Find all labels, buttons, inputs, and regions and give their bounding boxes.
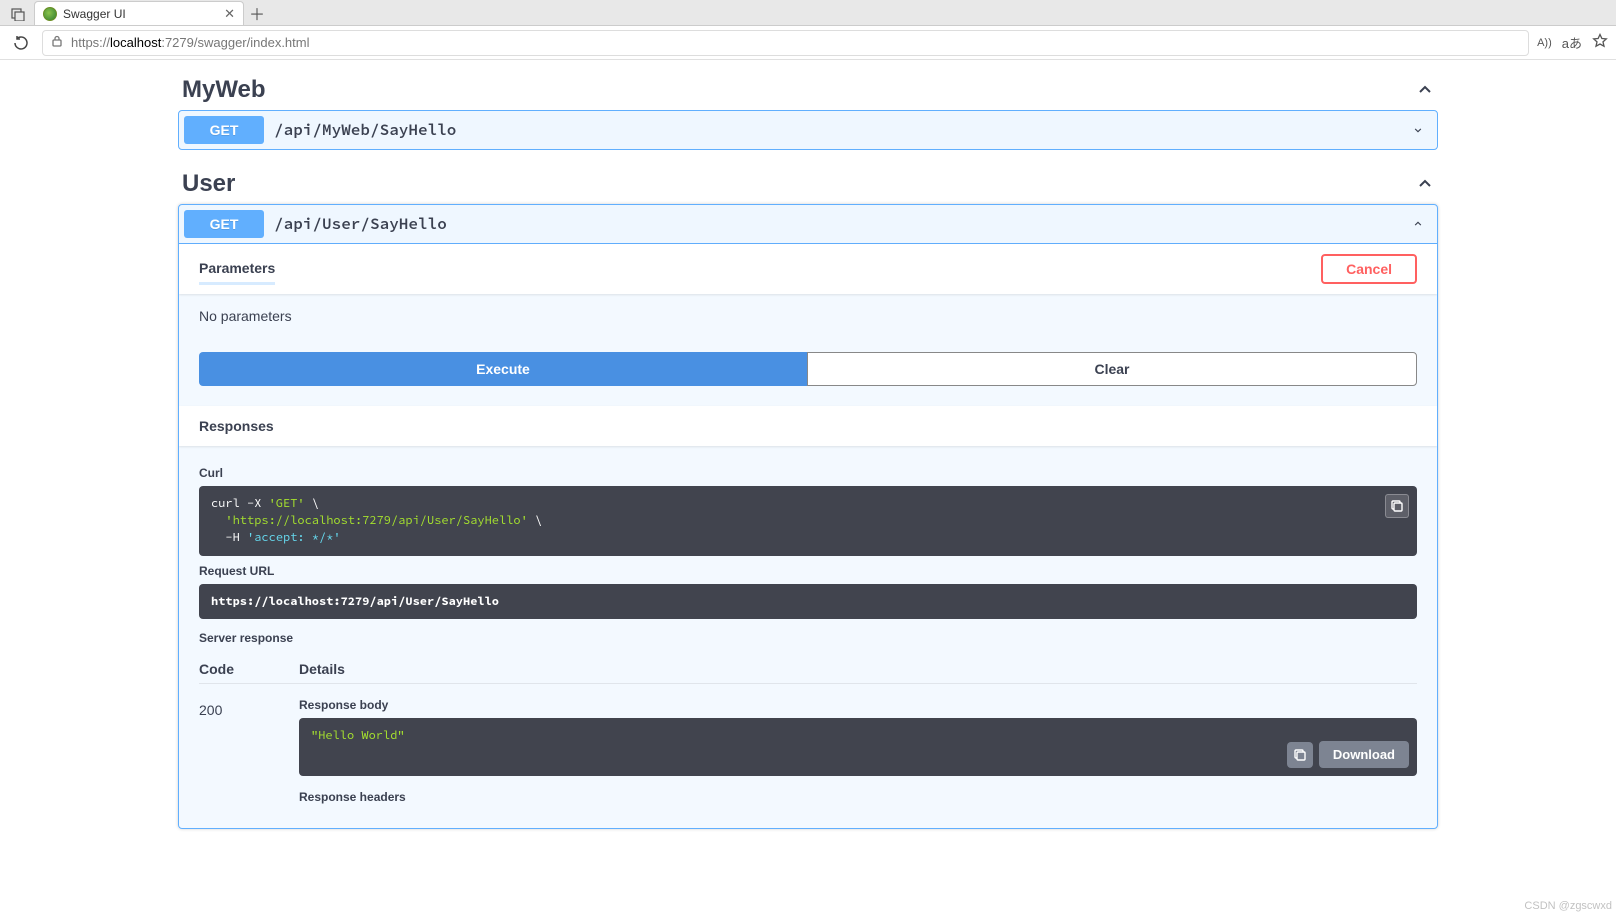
curl-code-box: curl -X 'GET' \ 'https://localhost:7279/…	[199, 486, 1417, 556]
execute-button[interactable]: Execute	[199, 352, 807, 386]
op-user-sayhello-summary[interactable]: GET /api/User/SayHello	[179, 205, 1437, 243]
browser-tab-strip: Swagger UI ✕ ＋	[0, 0, 1616, 26]
response-table-header: Code Details	[199, 651, 1417, 683]
parameters-body: No parameters	[179, 294, 1437, 352]
op-myweb-sayhello: GET /api/MyWeb/SayHello	[178, 110, 1438, 150]
browser-tab[interactable]: Swagger UI ✕	[34, 1, 244, 25]
details-column-header: Details	[299, 661, 345, 677]
response-body-label: Response body	[299, 698, 1417, 712]
chevron-up-icon	[1414, 215, 1432, 233]
copy-response-button[interactable]	[1287, 742, 1313, 768]
op-path: /api/User/SayHello	[264, 214, 457, 234]
watermark: CSDN @zgscwxd	[1524, 900, 1612, 912]
tag-myweb-header[interactable]: MyWeb	[178, 70, 1438, 110]
request-url-box: https://localhost:7279/api/User/SayHello	[199, 584, 1417, 619]
op-myweb-sayhello-summary[interactable]: GET /api/MyWeb/SayHello	[179, 111, 1437, 149]
execute-row: Execute Clear	[179, 352, 1437, 406]
response-headers-label: Response headers	[299, 790, 1417, 804]
favorite-icon[interactable]	[1592, 33, 1608, 52]
parameters-tab[interactable]: Parameters	[199, 254, 275, 285]
window-controls-icon[interactable]	[6, 3, 30, 25]
refresh-button[interactable]	[8, 30, 34, 56]
http-method-badge: GET	[184, 210, 264, 238]
new-tab-button[interactable]: ＋	[244, 1, 270, 25]
translate-icon[interactable]: aあ	[1562, 33, 1582, 52]
tag-user-header[interactable]: User	[178, 164, 1438, 204]
response-row-200: 200 Response body "Hello World" Download	[199, 683, 1417, 816]
tab-title: Swagger UI	[63, 7, 126, 21]
server-response-label: Server response	[199, 631, 1417, 645]
responses-body: Curl curl -X 'GET' \ 'https://localhost:…	[179, 446, 1437, 828]
download-button[interactable]: Download	[1319, 741, 1409, 768]
request-url-label: Request URL	[199, 564, 1417, 578]
parameters-header: Parameters Cancel	[179, 244, 1437, 294]
tag-myweb-title: MyWeb	[182, 76, 266, 104]
url-scheme: https://	[71, 35, 110, 50]
url-path: :7279/swagger/index.html	[161, 35, 309, 50]
cancel-button[interactable]: Cancel	[1321, 254, 1417, 284]
url-input[interactable]: https://localhost:7279/swagger/index.htm…	[42, 30, 1529, 56]
responses-header: Responses	[179, 406, 1437, 446]
address-bar: https://localhost:7279/swagger/index.htm…	[0, 26, 1616, 60]
op-user-sayhello-body: Parameters Cancel No parameters Execute …	[179, 243, 1437, 828]
op-user-sayhello: GET /api/User/SayHello Parameters Cancel…	[178, 204, 1438, 829]
response-body-box: "Hello World" Download	[299, 718, 1417, 776]
chevron-up-icon	[1416, 81, 1434, 99]
tag-user-title: User	[182, 170, 235, 198]
swagger-favicon	[43, 7, 57, 21]
url-host: localhost	[110, 35, 161, 50]
code-column-header: Code	[199, 661, 259, 677]
curl-label: Curl	[199, 466, 1417, 480]
lock-icon	[51, 35, 63, 50]
status-code: 200	[199, 690, 259, 718]
chevron-down-icon	[1414, 121, 1432, 139]
op-path: /api/MyWeb/SayHello	[264, 120, 466, 140]
read-aloud-icon[interactable]: A))	[1537, 37, 1552, 49]
response-body-text: "Hello World"	[311, 728, 405, 743]
clear-button[interactable]: Clear	[807, 352, 1417, 386]
no-parameters-text: No parameters	[199, 308, 1417, 324]
copy-curl-button[interactable]	[1385, 494, 1409, 518]
close-tab-icon[interactable]: ✕	[224, 6, 235, 22]
http-method-badge: GET	[184, 116, 264, 144]
chevron-up-icon	[1416, 175, 1434, 193]
